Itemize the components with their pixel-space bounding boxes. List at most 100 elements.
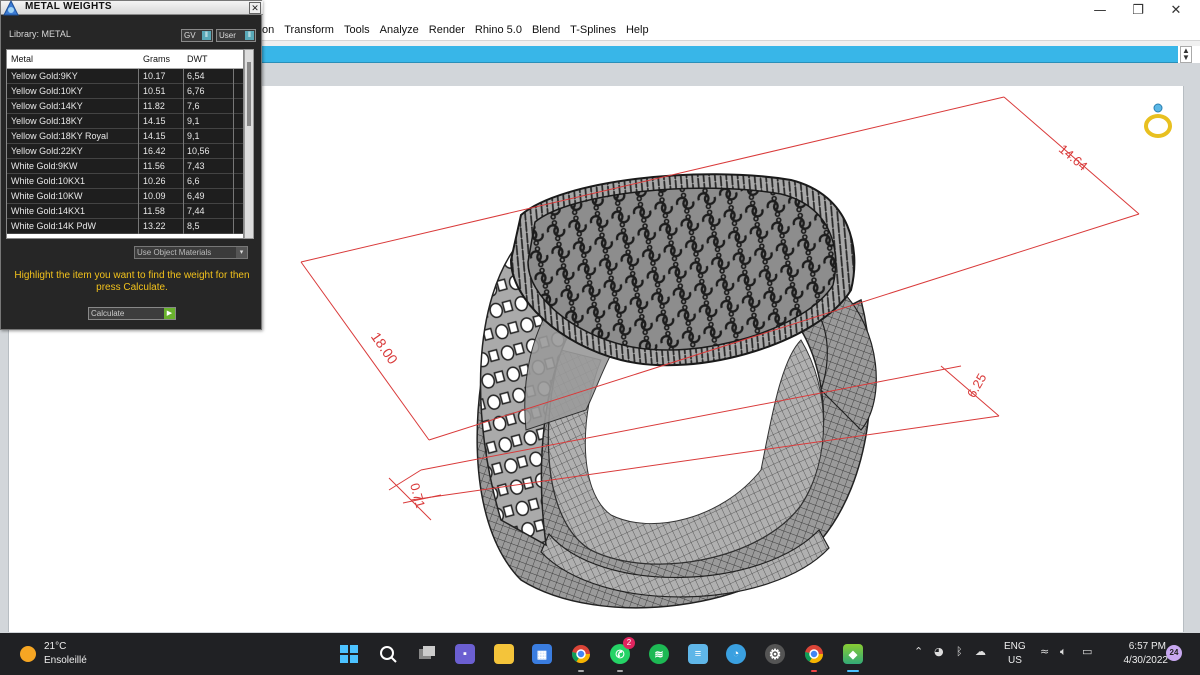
windows-icon [340,645,358,663]
dwt-cell: 6,49 [187,191,205,201]
gv-toggle-label: GV [184,31,196,40]
rhino-icon: ◆ [843,644,863,664]
chat-icon: ▪ [455,644,475,664]
gear-icon: ⚙ [765,644,785,664]
menu-item-tools[interactable]: Tools [344,24,370,36]
menu-item-help[interactable]: Help [626,24,649,36]
table-row[interactable]: White Gold:14K PdW 13.22 8,5 [7,219,243,234]
spotify-icon: ≋ [649,644,669,664]
grams-cell: 10.17 [143,71,166,81]
teams-chat-button[interactable]: ▪ [450,639,480,669]
menu-item-render[interactable]: Render [429,24,465,36]
panel-close-button[interactable]: ✕ [249,2,261,14]
table-row[interactable]: Yellow Gold:18KY Royal 14.15 9,1 [7,129,243,144]
use-object-materials-select[interactable]: Use Object Materials ▾ [134,246,248,259]
battery-icon[interactable]: ▭ [1082,645,1092,658]
table-row[interactable]: White Gold:10KW 10.09 6,49 [7,189,243,204]
close-button[interactable]: ✕ [1156,0,1196,20]
table-scrollbar[interactable] [244,49,254,239]
menu-item-rhino5[interactable]: Rhino 5.0 [475,24,522,36]
grams-cell: 11.56 [143,161,165,171]
calculate-label: Calculate [91,309,125,318]
dwt-cell: 8,5 [187,221,200,231]
minimize-button[interactable]: — [1080,0,1120,20]
column-header-grams[interactable]: Grams [143,54,170,64]
cloud-icon[interactable]: ☁ [975,645,986,658]
table-row[interactable]: White Gold:9KW 11.56 7,43 [7,159,243,174]
menu-item-dimension[interactable]: on [262,24,274,36]
chrome-button[interactable] [566,639,596,672]
dwt-cell: 7,6 [187,101,200,111]
metal-weights-panel: METAL WEIGHTS ✕ Library: METAL GV ‖ User… [0,0,263,330]
search-button[interactable] [373,639,403,669]
weather-temperature[interactable]: 21°C [44,641,66,652]
start-button[interactable] [334,639,364,669]
chrome-profile-button[interactable] [799,639,829,672]
discord-icon[interactable]: ◕ [934,645,944,658]
grams-cell: 10.09 [143,191,166,201]
metal-name-cell: Yellow Gold:9KY [11,71,78,81]
task-view-button[interactable] [412,639,442,669]
menu-item-tsplines[interactable]: T-Splines [570,24,616,36]
grams-cell: 11.82 [143,101,165,111]
menu-item-analyze[interactable]: Analyze [380,24,419,36]
clock-time[interactable]: 6:57 PM [1116,641,1166,652]
panel-title-bar[interactable]: METAL WEIGHTS ✕ [1,0,263,16]
clock-date[interactable]: 4/30/2022 [1098,655,1169,666]
play-icon: ▶ [164,308,175,319]
file-explorer-button[interactable] [489,639,519,669]
metal-name-cell: Yellow Gold:14KY [11,101,83,111]
dwt-cell: 7,43 [187,161,205,171]
table-row[interactable]: White Gold:14KX1 11.58 7,44 [7,204,243,219]
table-row[interactable]: Yellow Gold:22KY 16.42 10,56 [7,144,243,159]
metal-name-cell: White Gold:14K PdW [11,221,97,231]
column-header-metal[interactable]: Metal [11,54,33,64]
chevron-up-icon[interactable]: ⌃ [914,645,923,658]
dwt-cell: 6,76 [187,86,205,96]
rhino-button[interactable]: ◆ [838,639,868,672]
notification-badge[interactable]: 24 [1166,645,1182,661]
column-header-dwt[interactable]: DWT [187,54,208,64]
whatsapp-button[interactable]: ✆ 2 [605,637,635,672]
keyboard-layout[interactable]: US [1008,655,1022,666]
ring-icon[interactable] [1144,103,1172,138]
menu-item-transform[interactable]: Transform [284,24,334,36]
wifi-icon[interactable]: ≈ [1040,645,1049,658]
table-row[interactable]: Yellow Gold:9KY 10.17 6,54 [7,69,243,84]
gv-toggle[interactable]: GV ‖ [181,29,213,42]
menu-bar: on Transform Tools Analyze Render Rhino … [262,20,1200,40]
metal-name-cell: Yellow Gold:18KY Royal [11,131,109,141]
table-row[interactable]: Yellow Gold:18KY 14.15 9,1 [7,114,243,129]
panel-title: METAL WEIGHTS [25,1,112,12]
language-indicator[interactable]: ENG [1004,641,1026,652]
command-scroll[interactable]: ▲ ▼ [1180,46,1192,63]
rhino-app: — ❐ ✕ on Transform Tools Analyze Render … [0,0,1200,675]
app-button[interactable]: ◔ [721,639,751,669]
user-toggle[interactable]: User ‖ [216,29,256,42]
toggle-switch-icon: ‖ [202,31,211,40]
chrome-icon [805,645,823,664]
folder-icon [494,644,514,664]
store-button[interactable]: ▦ [527,639,557,669]
sun-icon[interactable] [20,646,36,662]
metal-table: Metal Grams DWT Yellow Gold:9KY 10.17 6,54… [6,49,244,239]
settings-button[interactable]: ⚙ [760,639,790,669]
table-row[interactable]: Yellow Gold:10KY 10.51 6,76 [7,84,243,99]
metal-name-cell: Yellow Gold:18KY [11,116,83,126]
weather-description[interactable]: Ensoleillé [44,655,87,666]
volume-icon[interactable]: 🔈︎ [1060,645,1067,659]
toggle-switch-icon: ‖ [245,31,254,40]
scroll-thumb[interactable] [247,62,251,126]
metal-name-cell: White Gold:10KX1 [11,176,86,186]
menu-item-blend[interactable]: Blend [532,24,560,36]
table-row[interactable]: Yellow Gold:14KY 11.82 7,6 [7,99,243,114]
instruction-text: Highlight the item you want to find the … [14,270,250,293]
notepad-button[interactable]: ≡ [683,639,713,669]
dwt-cell: 7,44 [187,206,205,216]
maximize-button[interactable]: ❐ [1118,0,1158,20]
spotify-button[interactable]: ≋ [644,639,674,669]
bluetooth-icon[interactable]: ᛒ [956,645,963,658]
table-row[interactable]: White Gold:10KX1 10.26 6,6 [7,174,243,189]
use-object-materials-label: Use Object Materials [137,248,212,257]
calculate-button[interactable]: Calculate ▶ [88,307,176,320]
